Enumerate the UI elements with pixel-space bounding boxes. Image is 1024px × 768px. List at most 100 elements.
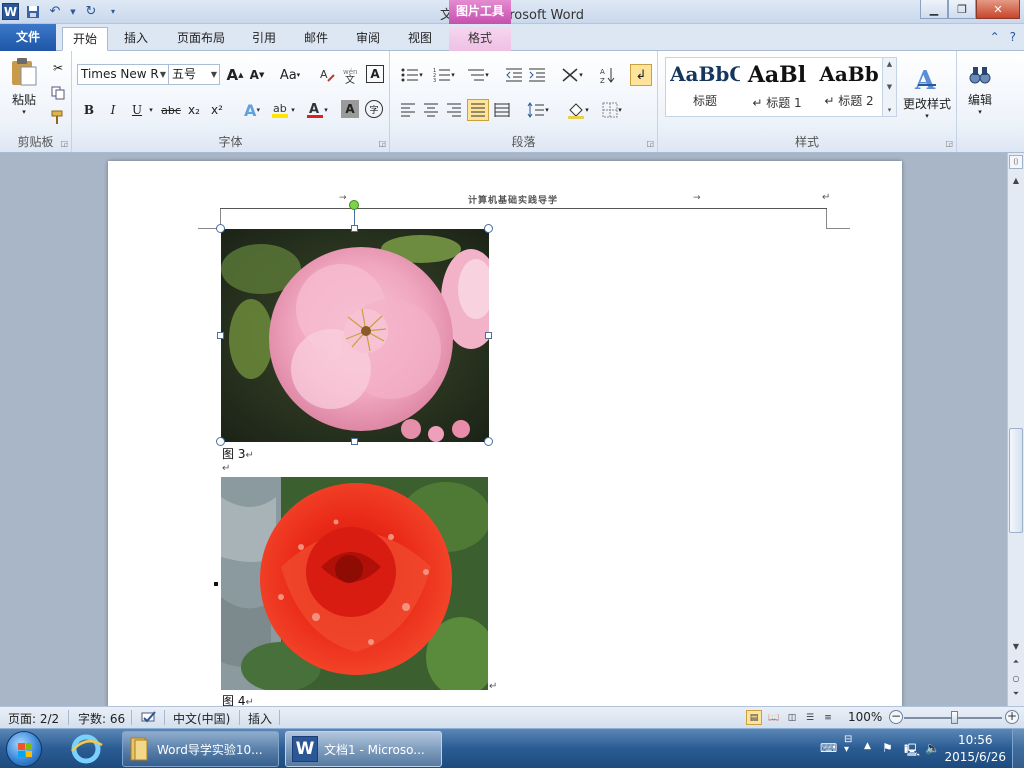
figure-caption-3[interactable]: 图 3↵ [222,445,254,462]
taskbar-explorer-window[interactable]: Word导学实验10... [122,731,279,767]
taskbar-word-window[interactable]: W 文档1 - Microso... [285,731,442,767]
font-name-combo[interactable]: Times New R ▼ [77,64,169,85]
gallery-up-icon[interactable]: ▲ [887,60,892,68]
scroll-down-icon[interactable]: ▼ [1009,639,1023,653]
restore-button[interactable]: ❐ [948,0,976,19]
resize-handle-nw[interactable] [216,224,225,233]
resize-handle-e[interactable] [485,332,492,339]
tab-format[interactable]: 格式 [449,27,511,51]
document-area[interactable]: → 计算机基础实践导学 → ↵ 图 3↵ ↵ ↵ 图 4↵ [0,153,1007,706]
subscript-button[interactable]: x₂ [185,100,203,120]
paste-button[interactable]: 粘贴 ▾ [6,55,42,117]
tab-home[interactable]: 开始 [62,27,108,51]
language-indicator[interactable]: 中文(中国) [173,710,230,727]
align-left-icon[interactable] [398,100,418,120]
grow-font-button[interactable]: A ▲ [226,65,244,85]
resize-handle-ne[interactable] [484,224,493,233]
change-case-button[interactable]: Aa ▾ [277,65,303,85]
save-icon[interactable] [25,4,41,20]
draft-view-icon[interactable]: ≡ [820,710,836,725]
phonetic-guide-icon[interactable]: wén 文 [342,65,362,85]
tab-mailings[interactable]: 邮件 [296,27,336,51]
borders-icon[interactable]: ▾ [598,100,626,120]
clipboard-launcher-icon[interactable]: ◲ [60,139,68,148]
style-heading-1[interactable]: AaBl ↵ 标题 1 [742,62,812,114]
align-center-icon[interactable] [421,100,441,120]
bold-button[interactable]: B [80,100,98,120]
show-hide-marks-icon[interactable]: ↲ [630,64,652,86]
next-page-icon[interactable]: ⏷ [1009,687,1023,701]
style-heading-2[interactable]: AaBb ↵ 标题 2 [814,62,884,114]
print-layout-view-icon[interactable]: ▤ [746,710,762,725]
change-styles-button[interactable]: A 更改样式 ▾ [900,57,954,127]
resize-handle-n[interactable] [351,225,358,232]
gallery-down-icon[interactable]: ▼ [887,83,892,91]
font-size-dropdown-icon[interactable]: ▼ [211,65,217,84]
system-clock[interactable]: 10:56 2015/6/26 [944,732,1006,766]
bullets-icon[interactable]: ▾ [398,65,426,85]
shading-icon[interactable]: ▾ [564,100,592,120]
outline-view-icon[interactable]: ☰ [802,710,818,725]
gallery-more-icon[interactable]: ▾ [888,106,892,114]
pink-flower-image[interactable] [221,229,489,442]
keyboard-icon[interactable]: ⌨ [820,741,837,755]
zoom-level[interactable]: 100% [848,710,882,724]
format-painter-icon[interactable] [49,108,67,126]
page-count[interactable]: 页面: 2/2 [8,710,59,727]
justify-icon[interactable] [467,99,489,121]
editing-button[interactable]: 编辑 ▾ [963,57,997,121]
network-icon[interactable]: 🖳 [904,741,920,762]
tab-file[interactable]: 文件 [0,24,56,51]
tab-page-layout[interactable]: 页面布局 [170,27,232,51]
font-name-dropdown-icon[interactable]: ▼ [160,65,166,84]
document-page[interactable]: → 计算机基础实践导学 → ↵ 图 3↵ ↵ ↵ 图 4↵ [108,161,902,706]
highlight-color-icon[interactable]: ab ▾ [270,100,296,120]
tab-insert[interactable]: 插入 [116,27,156,51]
distributed-icon[interactable] [492,100,512,120]
superscript-button[interactable]: x² [208,100,226,120]
resize-handle-se[interactable] [484,437,493,446]
previous-page-icon[interactable]: ⏶ [1009,655,1023,669]
strikethrough-button[interactable]: abc [160,100,182,120]
input-method-icon[interactable]: ⊟ ▾ [844,735,852,755]
scroll-up-icon[interactable]: ▲ [1009,173,1023,187]
volume-icon[interactable]: 🔈 [925,741,940,755]
copy-icon[interactable] [49,84,67,102]
text-effects-icon[interactable]: A ▾ [240,100,264,120]
scroll-thumb[interactable] [1009,428,1023,533]
underline-dropdown-icon[interactable]: ▾ [146,100,156,120]
line-spacing-icon[interactable]: ▾ [524,100,552,120]
tab-review[interactable]: 审阅 [348,27,388,51]
decrease-indent-icon[interactable] [504,65,524,85]
zoom-out-button[interactable]: − [889,710,903,724]
multilevel-list-icon[interactable]: ▾ [464,65,492,85]
show-desktop-button[interactable] [1012,729,1024,768]
ie-pinned-button[interactable] [66,731,116,767]
undo-dropdown-icon[interactable]: ▼ [69,4,77,20]
word-count[interactable]: 字数: 66 [78,710,125,727]
resize-handle-w[interactable] [217,332,224,339]
ruler-toggle-icon[interactable]: ⌷ [1009,155,1023,169]
tab-view[interactable]: 视图 [400,27,440,51]
minimize-button[interactable]: ▁ [920,0,948,19]
action-center-icon[interactable]: ⚑ [882,741,893,755]
word-app-icon[interactable]: W [2,3,19,20]
enclose-characters-icon[interactable]: 字 [365,100,383,118]
numbering-icon[interactable]: 1 2 3 ▾ [430,65,458,85]
start-button[interactable] [6,731,42,767]
zoom-in-button[interactable]: + [1005,710,1019,724]
close-button[interactable]: ✕ [976,0,1020,19]
select-browse-object-icon[interactable]: ○ [1009,671,1023,685]
style-title[interactable]: AaBbC 标题 [670,62,740,114]
styles-gallery-scroll[interactable]: ▲ ▼ ▾ [882,58,896,116]
show-hidden-icons[interactable]: ▲ [864,741,871,751]
font-launcher-icon[interactable]: ◲ [378,139,386,148]
web-layout-icon[interactable]: ◫ [784,710,800,725]
help-icon[interactable]: ? [1010,30,1016,44]
undo-icon[interactable]: ↶ [47,4,63,20]
clear-formatting-icon[interactable]: A [318,65,338,85]
increase-indent-icon[interactable] [527,65,547,85]
header-text[interactable]: 计算机基础实践导学 [468,193,558,206]
character-shading-icon[interactable]: A [341,100,359,118]
red-rose-image[interactable] [221,477,488,690]
